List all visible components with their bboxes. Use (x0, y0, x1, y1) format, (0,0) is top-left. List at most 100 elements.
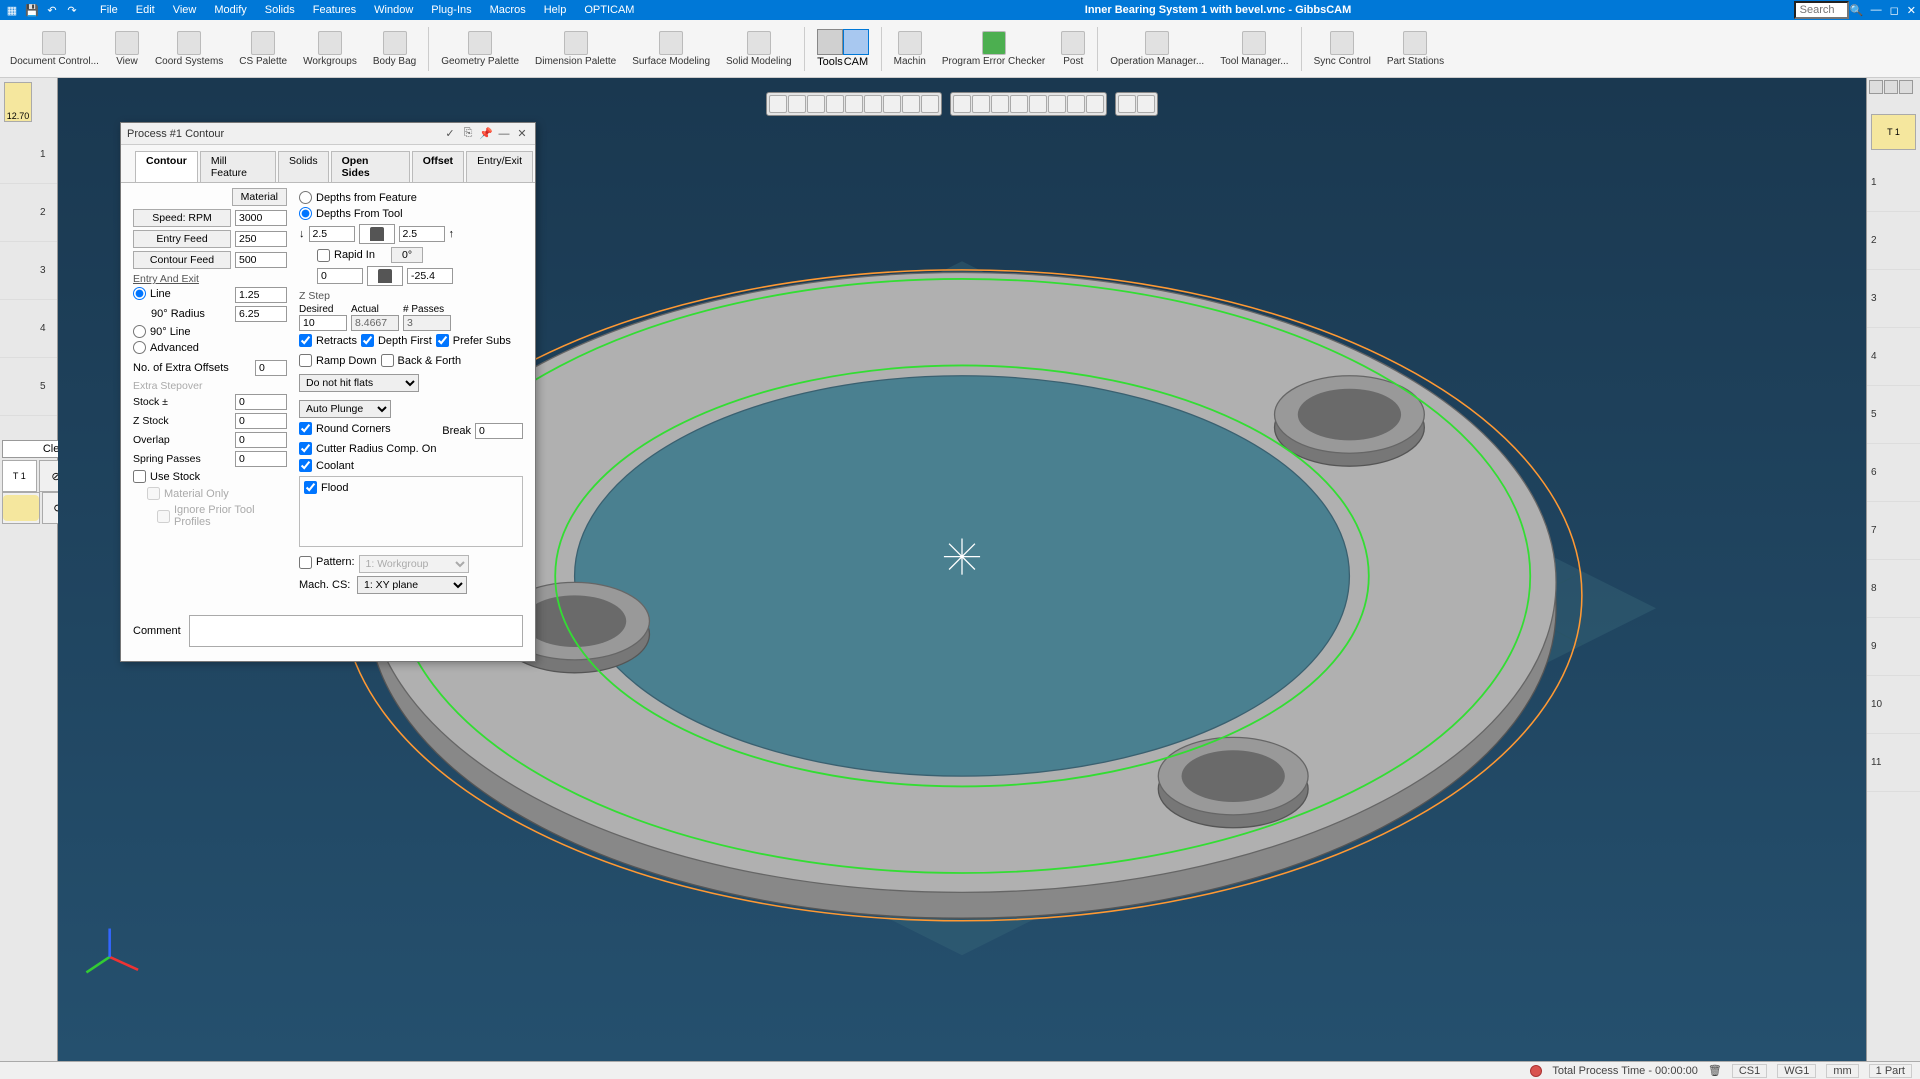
undo-icon[interactable]: ↶ (44, 2, 60, 18)
ribbon-surface-modeling[interactable]: Surface Modeling (626, 29, 716, 69)
extra-offsets-input[interactable] (255, 360, 287, 376)
speed-rpm-button[interactable]: Speed: RPM (133, 209, 231, 227)
tool-t1[interactable]: T 1 (2, 460, 37, 492)
close-icon[interactable]: ✕ (1907, 4, 1916, 17)
coolant-check[interactable] (299, 459, 312, 472)
vt-btn[interactable] (902, 95, 920, 113)
vt-btn[interactable] (864, 95, 882, 113)
vt-btn[interactable] (1067, 95, 1085, 113)
rt-btn[interactable] (1899, 80, 1913, 94)
depths-tool-radio[interactable] (299, 207, 312, 220)
vt-btn[interactable] (921, 95, 939, 113)
dialog-copy-icon[interactable]: ⎘ (461, 127, 475, 141)
top-z2-input[interactable] (399, 226, 445, 242)
depths-feature-radio[interactable] (299, 191, 312, 204)
overlap-input[interactable] (235, 432, 287, 448)
ribbon-cam-button[interactable] (843, 29, 869, 55)
tab-mill-feature[interactable]: Mill Feature (200, 151, 276, 182)
desired-input[interactable] (299, 315, 347, 331)
ribbon-document-control[interactable]: Document Control... (4, 29, 105, 69)
dialog-check-icon[interactable]: ✓ (443, 127, 457, 141)
round-corners-check[interactable] (299, 422, 312, 435)
ribbon-geometry-palette[interactable]: Geometry Palette (435, 29, 525, 69)
dialog-pin-icon[interactable]: 📌 (479, 127, 493, 141)
menu-window[interactable]: Window (366, 2, 421, 18)
radius-input[interactable] (235, 306, 287, 322)
dialog-close-icon[interactable]: ✕ (515, 127, 529, 141)
line-radio[interactable] (133, 287, 146, 300)
app-icon[interactable]: ▦ (4, 2, 20, 18)
comment-input[interactable] (189, 615, 523, 647)
tab-solids[interactable]: Solids (278, 151, 329, 182)
ribbon-cs-palette[interactable]: CS Palette (233, 29, 293, 69)
menu-file[interactable]: File (92, 2, 126, 18)
ramp-down-check[interactable] (299, 354, 312, 367)
line-input[interactable] (235, 287, 287, 303)
tool-mill-cell[interactable] (2, 492, 40, 524)
save-icon[interactable]: 💾 (24, 2, 40, 18)
vt-btn[interactable] (788, 95, 806, 113)
bot-z1-input[interactable] (317, 268, 363, 284)
vt-btn[interactable] (1086, 95, 1104, 113)
maximize-icon[interactable]: ◻ (1890, 4, 1899, 17)
search-icon[interactable]: 🔍 (1849, 2, 1865, 18)
tab-offset[interactable]: Offset (412, 151, 464, 182)
menu-plugins[interactable]: Plug-Ins (423, 2, 479, 18)
ribbon-dimension-palette[interactable]: Dimension Palette (529, 29, 622, 69)
status-wg[interactable]: WG1 (1777, 1064, 1816, 1078)
vt-btn[interactable] (807, 95, 825, 113)
zstock-input[interactable] (235, 413, 287, 429)
ribbon-workgroups[interactable]: Workgroups (297, 29, 363, 69)
ribbon-sync-control[interactable]: Sync Control (1308, 29, 1377, 69)
menu-macros[interactable]: Macros (482, 2, 534, 18)
status-units[interactable]: mm (1826, 1064, 1858, 1078)
dialog-titlebar[interactable]: Process #1 Contour ✓ ⎘ 📌 — ✕ (121, 123, 535, 145)
menu-edit[interactable]: Edit (128, 2, 163, 18)
ribbon-solid-modeling[interactable]: Solid Modeling (720, 29, 798, 69)
ribbon-program-error-checker[interactable]: Program Error Checker (936, 29, 1051, 69)
menu-help[interactable]: Help (536, 2, 575, 18)
ribbon-post[interactable]: Post (1055, 29, 1091, 69)
top-z1-input[interactable] (309, 226, 355, 242)
prefer-subs-check[interactable] (436, 334, 449, 347)
auto-plunge-select[interactable]: Auto Plunge (299, 400, 391, 418)
menu-modify[interactable]: Modify (206, 2, 254, 18)
tab-entry-exit[interactable]: Entry/Exit (466, 151, 533, 182)
flood-check[interactable] (304, 481, 317, 494)
status-part[interactable]: 1 Part (1869, 1064, 1912, 1078)
vt-btn[interactable] (991, 95, 1009, 113)
material-button[interactable]: Material (232, 188, 287, 206)
break-input[interactable] (475, 423, 523, 439)
speed-rpm-input[interactable] (235, 210, 287, 226)
stock-input[interactable] (235, 394, 287, 410)
hit-flats-select[interactable]: Do not hit flats (299, 374, 419, 392)
menu-opticam[interactable]: OPTICAM (576, 2, 642, 18)
ribbon-machin[interactable]: Machin (888, 29, 932, 69)
ribbon-tool-manager[interactable]: Tool Manager... (1214, 29, 1294, 69)
entry-feed-input[interactable] (235, 231, 287, 247)
vt-btn[interactable] (972, 95, 990, 113)
vt-btn[interactable] (883, 95, 901, 113)
stop-icon[interactable] (1530, 1065, 1542, 1077)
vt-btn[interactable] (769, 95, 787, 113)
menu-features[interactable]: Features (305, 2, 364, 18)
mach-cs-select[interactable]: 1: XY plane (357, 576, 467, 594)
depth-first-check[interactable] (361, 334, 374, 347)
ribbon-view[interactable]: View (109, 29, 145, 69)
ribbon-operation-manager[interactable]: Operation Manager... (1104, 29, 1210, 69)
ribbon-coord-systems[interactable]: Coord Systems (149, 29, 229, 69)
ribbon-body-bag[interactable]: Body Bag (367, 29, 422, 69)
rt-btn[interactable] (1869, 80, 1883, 94)
contour-feed-input[interactable] (235, 252, 287, 268)
menu-view[interactable]: View (165, 2, 205, 18)
contour-feed-button[interactable]: Contour Feed (133, 251, 231, 269)
tab-open-sides[interactable]: Open Sides (331, 151, 410, 182)
rt-btn[interactable] (1884, 80, 1898, 94)
vt-btn[interactable] (953, 95, 971, 113)
pattern-check[interactable] (299, 556, 312, 569)
right-tool-tile[interactable]: T 1 (1871, 114, 1916, 150)
tool-tile[interactable]: 12.70 (4, 82, 32, 122)
spring-input[interactable] (235, 451, 287, 467)
vt-btn[interactable] (1137, 95, 1155, 113)
rapid-in-check[interactable] (317, 249, 330, 262)
